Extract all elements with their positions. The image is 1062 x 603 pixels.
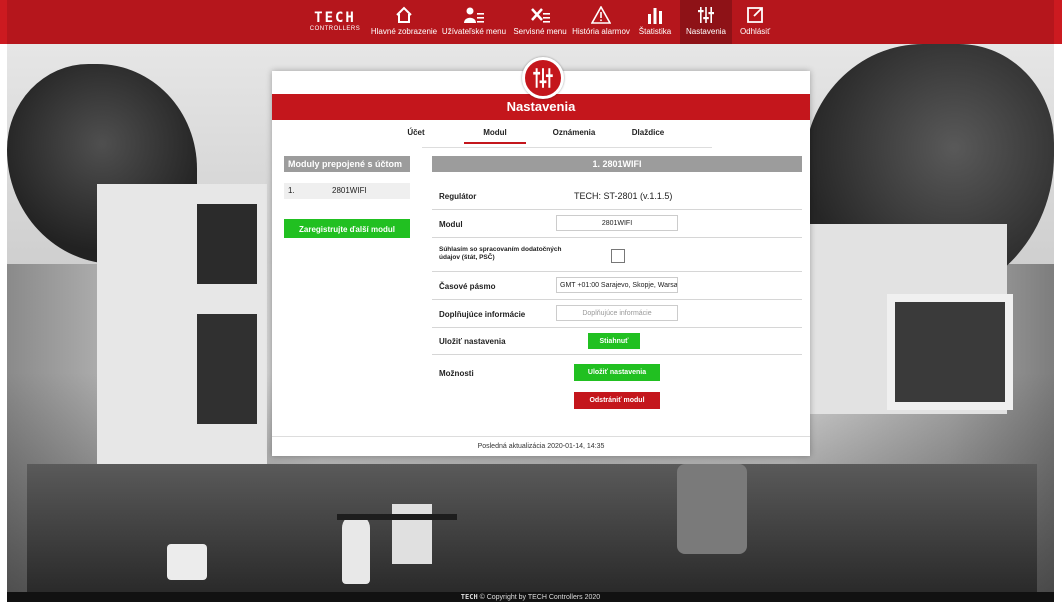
page-footer: TECH © Copyright by TECH Controllers 202…: [7, 592, 1054, 602]
settings-badge-icon: [522, 57, 564, 99]
remove-module-button[interactable]: Odstrániť modul: [574, 392, 660, 409]
nav-alarm-history-label: História alarmov: [572, 27, 630, 36]
nav-user-menu[interactable]: Užívateľské menu: [440, 5, 508, 39]
scene-heat-pump-unit: [167, 544, 207, 580]
row-regulator: Regulátor TECH: ST-2801 (v.1.1.5): [432, 181, 802, 210]
register-module-button[interactable]: Zaregistrujte ďalší modul: [284, 219, 410, 238]
row-extra-info: Doplňujúce informácie Doplňujúce informá…: [432, 300, 802, 328]
module-label: Modul: [439, 220, 463, 229]
nav-logout[interactable]: Odhlásiť: [732, 5, 778, 39]
extra-info-input[interactable]: Doplňujúce informácie: [556, 305, 678, 321]
home-icon: [368, 5, 440, 25]
row-options: Možnosti Uložiť nastavenia Odstrániť mod…: [432, 355, 802, 415]
nav-settings[interactable]: Nastavenia: [680, 0, 732, 44]
settings-tabs: Účet Modul Oznámenia Dlaždice: [272, 124, 810, 148]
nav-statistics-label: Štatistika: [638, 27, 672, 36]
scene-boiler: [392, 504, 432, 564]
row-consent: Súhlasím so spracovaním dodatočných údaj…: [432, 238, 802, 272]
sliders-icon: [680, 5, 732, 25]
module-details-header: 1. 2801WIFI: [432, 156, 802, 172]
logout-icon: [732, 5, 778, 25]
footer-copyright: © Copyright by TECH Controllers 2020: [479, 594, 601, 601]
scene-boiler-cylinder: [342, 514, 370, 584]
logo-sub: CONTROLLERS: [309, 26, 361, 32]
module-name: 2801WIFI: [332, 186, 367, 195]
tech-logo[interactable]: TECH CONTROLLERS: [305, 11, 365, 33]
scene-water-tank: [677, 464, 747, 554]
nav-service-menu[interactable]: Servisné menu: [508, 5, 572, 39]
tab-account[interactable]: Účet: [398, 128, 434, 137]
options-label: Možnosti: [439, 369, 474, 378]
regulator-label: Regulátor: [439, 192, 477, 201]
save-settings-button[interactable]: Uložiť nastavenia: [574, 364, 660, 381]
download-button[interactable]: Stiahnuť: [588, 333, 640, 349]
scene-window-lower: [197, 314, 257, 424]
module-name-field[interactable]: 2801WIFI: [556, 215, 678, 231]
save-settings-label: Uložiť nastavenia: [439, 337, 506, 346]
nav-main-view[interactable]: Hlavné zobrazenie: [368, 5, 440, 39]
top-navigation-bar: TECH CONTROLLERS Hlavné zobrazenie Užíva…: [0, 0, 1062, 44]
nav-settings-label: Nastavenia: [685, 27, 727, 36]
tab-notifications[interactable]: Oznámenia: [544, 128, 604, 137]
nav-main-view-label: Hlavné zobrazenie: [370, 27, 438, 36]
timezone-label: Časové pásmo: [439, 282, 496, 291]
timezone-select[interactable]: GMT +01:00 Sarajevo, Skopje, Warsaw, Zag…: [556, 277, 678, 293]
row-module: Modul 2801WIFI: [432, 210, 802, 238]
nav-service-menu-label: Servisné menu: [513, 27, 567, 36]
regulator-value: TECH: ST-2801 (v.1.1.5): [574, 191, 673, 201]
module-number: 1.: [288, 186, 295, 195]
scene-pipe: [337, 514, 457, 520]
consent-checkbox[interactable]: [611, 249, 625, 263]
tab-module[interactable]: Modul: [464, 128, 526, 144]
tab-tiles[interactable]: Dlaždice: [618, 128, 678, 137]
consent-label: Súhlasím so spracovaním dodatočných údaj…: [439, 246, 562, 261]
footer-brand: TECH: [460, 593, 478, 601]
module-list-item[interactable]: 1. 2801WIFI: [284, 183, 410, 199]
user-menu-icon: [440, 5, 508, 25]
settings-panel: Nastavenia Účet Modul Oznámenia Dlaždice…: [272, 71, 810, 456]
scene-garage: [887, 294, 1013, 410]
row-save-settings: Uložiť nastavenia Stiahnuť: [432, 328, 802, 355]
nav-logout-label: Odhlásiť: [739, 27, 771, 36]
linked-modules-header: Moduly prepojené s účtom: [284, 156, 410, 172]
extra-info-label: Doplňujúce informácie: [439, 310, 526, 319]
tabs-divider: [422, 147, 712, 148]
nav-alarm-history[interactable]: História alarmov: [572, 5, 630, 39]
tools-icon: [508, 5, 572, 25]
warning-icon: [572, 5, 630, 25]
last-update-status: Posledná aktualizácia 2020-01-14, 14:35: [272, 436, 810, 457]
scene-window-upper: [197, 204, 257, 284]
logo-main: TECH: [314, 10, 356, 26]
nav-user-menu-label: Užívateľské menu: [441, 27, 507, 36]
nav-statistics[interactable]: Štatistika: [630, 5, 680, 39]
row-timezone: Časové pásmo GMT +01:00 Sarajevo, Skopje…: [432, 272, 802, 300]
bar-chart-icon: [630, 5, 680, 25]
